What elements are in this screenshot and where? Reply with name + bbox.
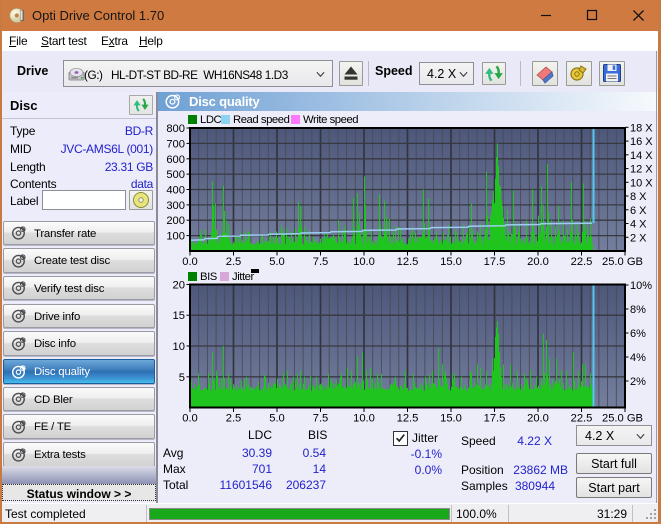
svg-text:2.5: 2.5	[226, 413, 242, 425]
svg-text:25.0 GB: 25.0 GB	[602, 256, 643, 268]
svg-text:25.0 GB: 25.0 GB	[602, 413, 643, 425]
svg-text:17.5: 17.5	[484, 413, 506, 425]
svg-text:6%: 6%	[630, 328, 646, 340]
svg-text:15: 15	[173, 310, 185, 322]
svg-text:300: 300	[166, 200, 185, 212]
svg-text:8 X: 8 X	[630, 191, 647, 203]
svg-text:10 X: 10 X	[630, 177, 653, 189]
svg-text:20: 20	[173, 280, 185, 292]
svg-text:800: 800	[166, 123, 185, 135]
svg-text:100: 100	[166, 231, 185, 243]
svg-text:16 X: 16 X	[630, 136, 653, 148]
svg-text:700: 700	[166, 138, 185, 150]
svg-text:7.5: 7.5	[313, 256, 329, 268]
svg-text:20.0: 20.0	[527, 413, 549, 425]
svg-text:6 X: 6 X	[630, 205, 647, 217]
svg-text:10.0: 10.0	[353, 256, 375, 268]
svg-text:22.5: 22.5	[571, 256, 593, 268]
svg-text:8%: 8%	[630, 304, 646, 316]
svg-text:600: 600	[166, 154, 185, 166]
svg-text:18 X: 18 X	[630, 122, 653, 134]
svg-text:10.0: 10.0	[353, 413, 375, 425]
svg-text:5.0: 5.0	[269, 413, 285, 425]
svg-text:10%: 10%	[630, 280, 652, 292]
svg-text:10: 10	[173, 341, 185, 353]
svg-text:20.0: 20.0	[527, 256, 549, 268]
svg-text:17.5: 17.5	[484, 256, 506, 268]
svg-text:5: 5	[179, 372, 185, 384]
svg-text:15.0: 15.0	[440, 256, 462, 268]
svg-text:12.5: 12.5	[397, 256, 419, 268]
svg-text:7.5: 7.5	[313, 413, 329, 425]
svg-text:4%: 4%	[630, 352, 646, 364]
svg-text:0.0: 0.0	[182, 256, 198, 268]
svg-text:4 X: 4 X	[630, 219, 647, 231]
svg-text:5.0: 5.0	[269, 256, 285, 268]
svg-text:0.0: 0.0	[182, 413, 198, 425]
svg-text:400: 400	[166, 185, 185, 197]
svg-text:200: 200	[166, 215, 185, 227]
svg-text:14 X: 14 X	[630, 150, 653, 162]
svg-text:15.0: 15.0	[440, 413, 462, 425]
svg-text:2.5: 2.5	[226, 256, 242, 268]
svg-text:2%: 2%	[630, 376, 646, 388]
svg-text:500: 500	[166, 169, 185, 181]
svg-text:12 X: 12 X	[630, 164, 653, 176]
svg-text:12.5: 12.5	[397, 413, 419, 425]
svg-text:2 X: 2 X	[630, 232, 647, 244]
svg-text:22.5: 22.5	[571, 413, 593, 425]
